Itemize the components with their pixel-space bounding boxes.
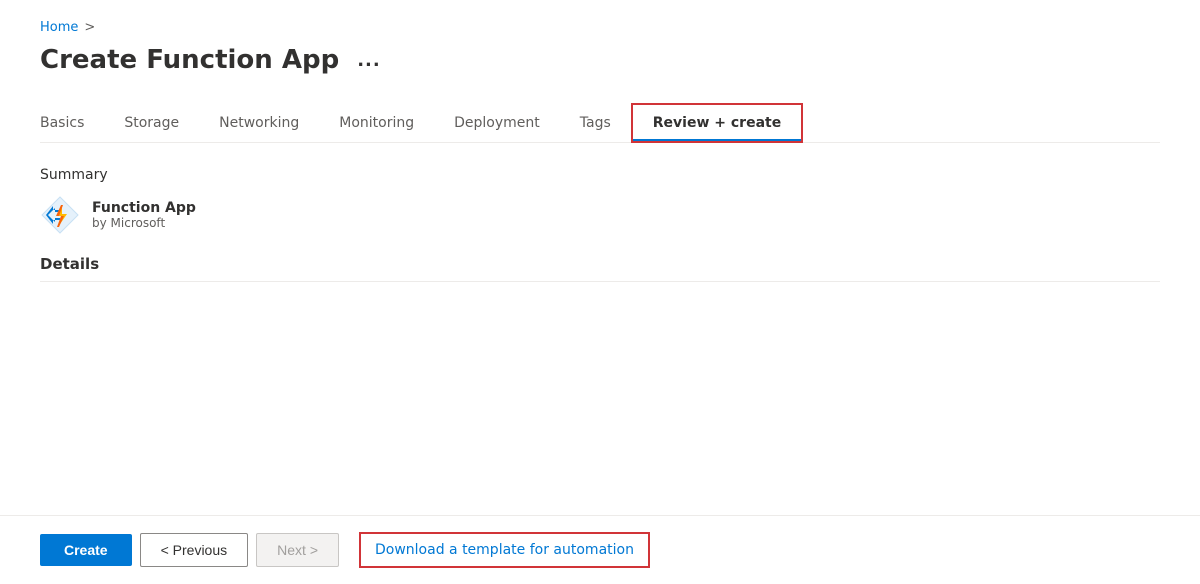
function-app-icon [40,195,80,235]
breadcrumb: Home > [40,20,1160,35]
summary-label: Summary [40,167,1160,183]
bottom-bar: Create < Previous Next > Download a temp… [0,515,1200,584]
function-app-card: Function App by Microsoft [40,195,1160,235]
tab-review-create-wrapper: Review + create [631,103,803,143]
ellipsis-button[interactable]: ... [351,48,387,73]
tab-basics[interactable]: Basics [40,105,104,141]
page-container: Home > Create Function App ... Basics St… [0,0,1200,584]
download-template-wrapper: Download a template for automation [359,532,650,568]
previous-button[interactable]: < Previous [140,533,249,567]
tab-monitoring[interactable]: Monitoring [319,105,434,141]
download-template-link[interactable]: Download a template for automation [363,536,646,564]
function-app-info: Function App by Microsoft [92,200,196,230]
function-app-name: Function App [92,200,196,216]
create-button[interactable]: Create [40,534,132,566]
page-header: Create Function App ... [40,45,1160,75]
tab-review-create[interactable]: Review + create [633,105,801,141]
tab-tags[interactable]: Tags [560,105,631,141]
tab-networking[interactable]: Networking [199,105,319,141]
tabs-container: Basics Storage Networking Monitoring Dep… [40,103,1160,143]
tab-storage[interactable]: Storage [104,105,199,141]
tab-deployment[interactable]: Deployment [434,105,560,141]
next-button: Next > [256,533,339,567]
summary-section: Summary Function App by Microsoft [40,167,1160,235]
breadcrumb-home-link[interactable]: Home [40,20,78,35]
details-title: Details [40,255,1160,282]
breadcrumb-separator: > [84,20,95,35]
function-app-publisher: by Microsoft [92,216,196,230]
page-title: Create Function App [40,45,339,75]
